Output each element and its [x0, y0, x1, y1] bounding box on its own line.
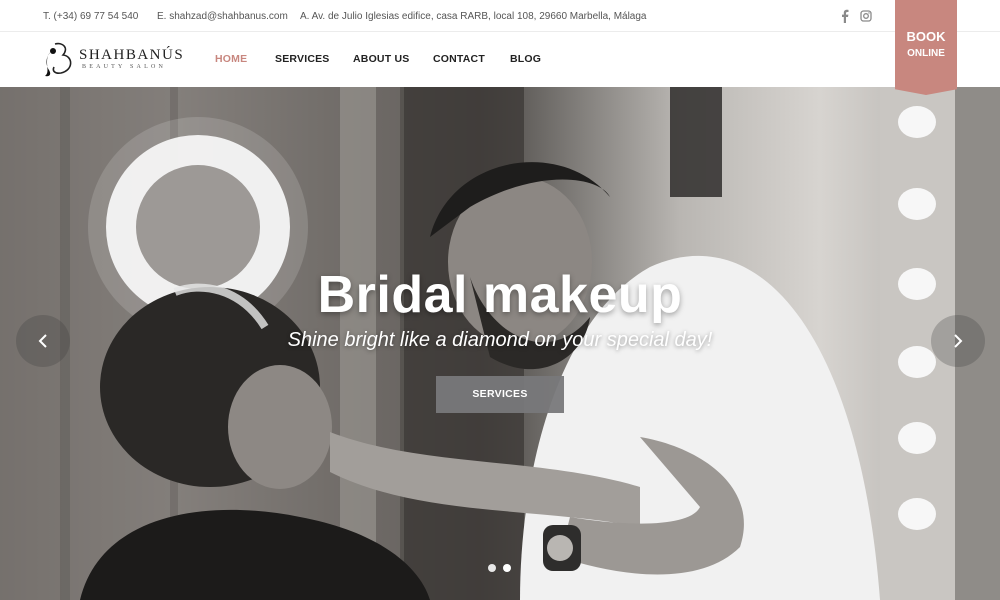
book-online-line1: BOOK	[906, 29, 946, 44]
slider-dot-1[interactable]	[488, 564, 496, 572]
facebook-icon[interactable]	[838, 8, 852, 24]
hero-title: Bridal makeup	[317, 266, 683, 324]
email-address[interactable]: E. shahzad@shahbanus.com	[157, 11, 288, 22]
book-online-button[interactable]: BOOK ONLINE	[895, 0, 957, 95]
slider-pagination	[488, 564, 514, 572]
main-header: SHAHBANÚS BEAUTY SALON HOME SERVICES ABO…	[0, 32, 1000, 87]
hero-subtitle: Shine bright like a diamond on your spec…	[287, 329, 713, 351]
slider-next-button[interactable]	[931, 315, 985, 367]
logo-tagline: BEAUTY SALON	[82, 64, 167, 70]
hero-slider: Bridal makeup Shine bright like a diamon…	[0, 87, 1000, 600]
book-online-line2: ONLINE	[907, 48, 945, 59]
phone-number[interactable]: T. (+34) 69 77 54 540	[43, 11, 138, 22]
slider-dot-2[interactable]	[503, 564, 511, 572]
address: A. Av. de Julio Iglesias edifice, casa R…	[300, 11, 647, 22]
top-info-bar: T. (+34) 69 77 54 540 E. shahzad@shahban…	[0, 0, 1000, 32]
instagram-icon[interactable]	[859, 8, 873, 24]
logo-mark-icon	[45, 42, 72, 77]
nav-about-us[interactable]: ABOUT US	[353, 53, 409, 65]
chevron-right-icon	[954, 334, 963, 348]
chevron-left-icon	[38, 334, 47, 348]
nav-contact[interactable]: CONTACT	[433, 53, 485, 65]
nav-blog[interactable]: BLOG	[510, 53, 541, 65]
hero-services-button[interactable]: SERVICES	[436, 376, 564, 413]
nav-home[interactable]: HOME	[215, 53, 247, 65]
nav-services[interactable]: SERVICES	[275, 53, 330, 65]
slider-prev-button[interactable]	[16, 315, 70, 367]
logo[interactable]: SHAHBANÚS BEAUTY SALON	[43, 40, 188, 80]
logo-name: SHAHBANÚS	[79, 47, 185, 63]
